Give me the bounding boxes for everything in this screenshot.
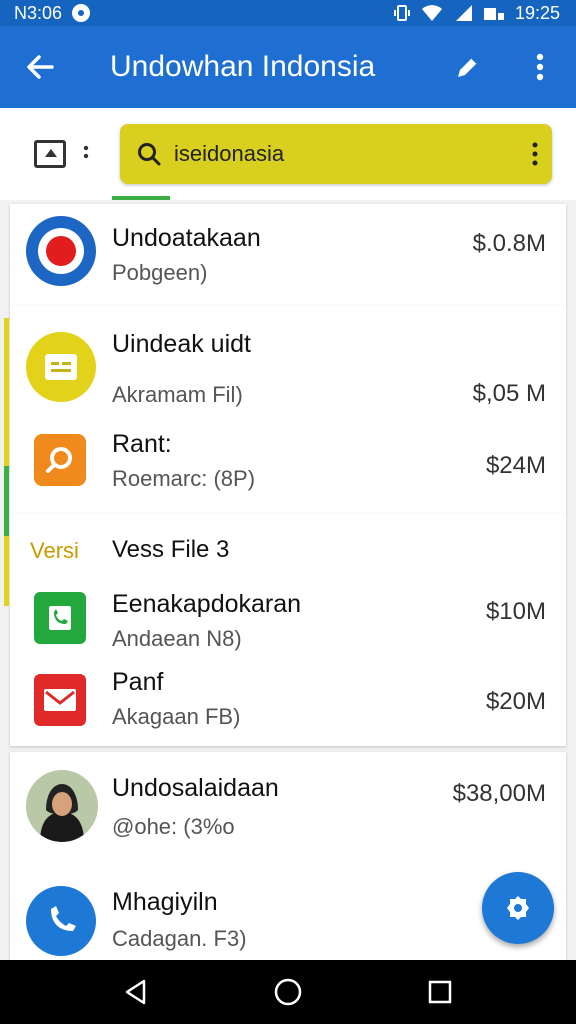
accent-bar <box>4 536 9 606</box>
status-time-left: N3:06 <box>14 2 63 23</box>
recents-square-icon <box>428 980 452 1004</box>
search-more-icon[interactable] <box>532 142 538 166</box>
section-title: Vess File 3 <box>112 536 230 563</box>
settings-icon <box>507 896 529 920</box>
search-app-icon <box>34 434 86 486</box>
avatar <box>26 770 98 842</box>
item-name: Undoatakaan <box>112 224 261 252</box>
item-name: Panf <box>112 668 164 696</box>
item-subtitle: Akramam Fil) <box>112 382 243 407</box>
more-vert-icon <box>83 145 89 159</box>
item-amount: $,05 M <box>472 380 546 407</box>
item-subtitle: Cadagan. F3) <box>112 926 247 951</box>
pencil-icon <box>458 57 478 77</box>
item-amount: $.0.8M <box>472 230 546 257</box>
back-button[interactable] <box>0 26 80 108</box>
more-vert-icon <box>536 53 544 81</box>
list-item[interactable]: Uindeak uidt Akramam Fil) $,05 M <box>10 306 566 416</box>
notification-icon <box>72 4 91 22</box>
list-item[interactable]: Rant: Roemarc: (8P) $24M <box>10 416 566 514</box>
search-bar[interactable]: iseidonasia <box>120 124 552 184</box>
nav-recents-button[interactable] <box>410 960 470 1024</box>
search-input[interactable]: iseidonasia <box>162 141 532 167</box>
list-item[interactable]: Eenakapdokaran Andaean N8) $10M <box>10 584 566 664</box>
list-item[interactable]: Undoatakaan Pobgeen) $.0.8M <box>10 204 566 306</box>
app-bar: Undowhan Indonsia <box>0 26 576 108</box>
item-subtitle: Akagaan FB) <box>112 704 241 729</box>
section-header: Versi Vess File 3 <box>10 514 566 584</box>
item-subtitle: Andaean N8) <box>112 626 242 651</box>
battery-icon <box>483 8 504 20</box>
item-amount: $20M <box>485 688 546 715</box>
overflow-menu-button[interactable] <box>504 26 576 108</box>
wifi-icon <box>421 5 442 21</box>
toolbar-more-button[interactable] <box>66 134 106 174</box>
phone-app-icon <box>34 592 86 644</box>
item-name: Rant: <box>112 430 172 458</box>
item-amount: $10M <box>485 598 546 625</box>
item-name: Undosalaidaan <box>112 774 279 802</box>
item-subtitle: Roemarc: (8P) <box>112 466 256 491</box>
status-bar: N3:06 19:25 <box>0 0 576 26</box>
accent-bar <box>4 318 9 466</box>
signal-icon <box>455 5 472 21</box>
image-icon[interactable] <box>34 140 66 168</box>
tab-indicator <box>112 196 170 200</box>
page-title: Undowhan Indonsia <box>110 50 376 83</box>
arrow-back-icon <box>27 55 54 79</box>
list-card-1: Undoatakaan Pobgeen) $.0.8M <box>10 204 566 306</box>
item-name: Uindeak uidt <box>112 330 251 358</box>
list-item[interactable]: Panf Akagaan FB) $20M <box>10 664 566 746</box>
call-icon <box>26 886 96 956</box>
nav-back-button[interactable] <box>106 960 166 1024</box>
status-time-right: 19:25 <box>514 2 560 23</box>
back-triangle-icon <box>125 979 146 1005</box>
list-card-4: Undosalaidaan @ohe: (3%o $38,00M Mhagiyi… <box>10 752 566 962</box>
item-amount: $38,00M <box>452 780 546 807</box>
system-nav-bar <box>0 960 576 1024</box>
item-subtitle: @ohe: (3%o <box>112 814 235 839</box>
item-subtitle: Pobgeen) <box>112 260 208 285</box>
edit-button[interactable] <box>432 26 504 108</box>
floating-action-button[interactable] <box>482 872 554 944</box>
list-item[interactable]: Undosalaidaan @ohe: (3%o $38,00M <box>10 752 566 862</box>
accent-bar <box>4 466 9 536</box>
record-icon <box>26 216 96 286</box>
item-amount: $24M <box>485 452 546 479</box>
item-name: Mhagiyiln <box>112 888 218 916</box>
item-name: Eenakapdokaran <box>112 590 302 618</box>
document-icon <box>26 332 96 402</box>
home-circle-icon <box>274 978 302 1006</box>
mail-icon <box>34 674 86 726</box>
list-card-3: Versi Vess File 3 Eenakapdokaran Andaean… <box>10 514 566 746</box>
vibrate-icon <box>393 5 410 21</box>
search-toolbar: iseidonasia <box>0 108 576 200</box>
section-tag: Versi <box>30 538 79 563</box>
list-card-2: Uindeak uidt Akramam Fil) $,05 M Rant: R… <box>10 306 566 514</box>
nav-home-button[interactable] <box>258 960 318 1024</box>
search-icon <box>138 143 161 166</box>
